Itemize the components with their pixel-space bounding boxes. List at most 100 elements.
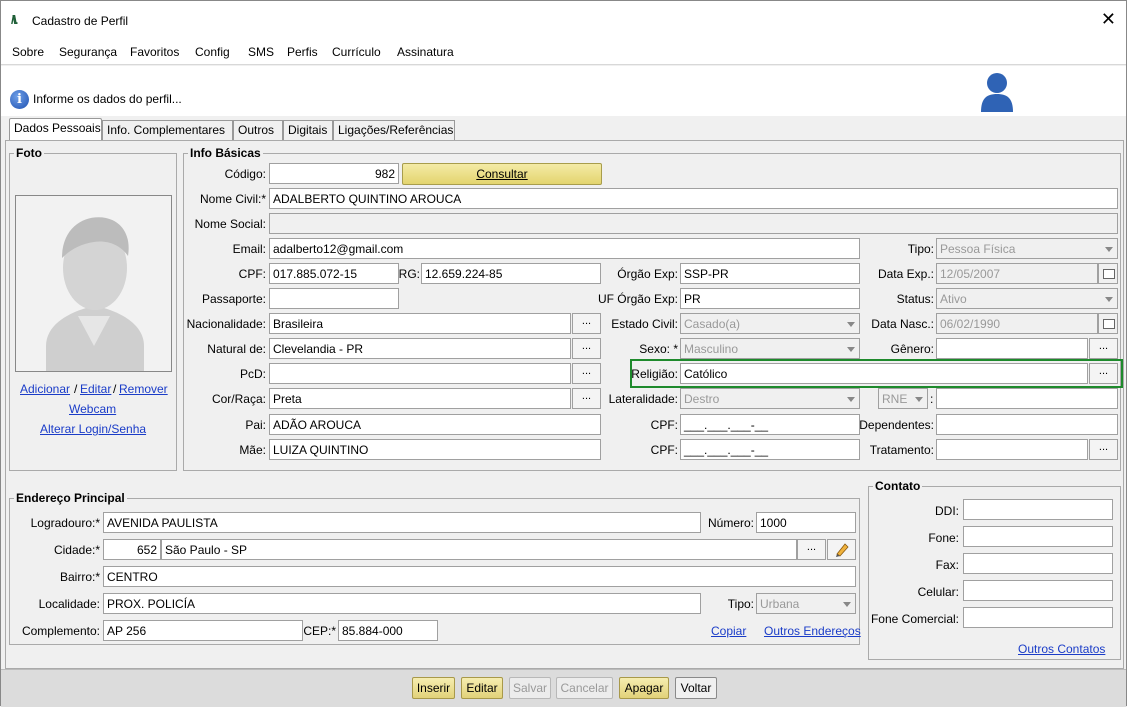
cidade-lookup-button[interactable]: ... xyxy=(797,539,826,560)
close-icon[interactable]: ✕ xyxy=(1101,9,1116,29)
natural-field[interactable]: Clevelandia - PR xyxy=(269,338,571,359)
fone-comercial-field[interactable] xyxy=(963,607,1113,628)
salvar-button[interactable]: Salvar xyxy=(509,677,551,699)
genero-lookup-button[interactable]: ... xyxy=(1089,338,1118,359)
tab-info-complementares[interactable]: Info. Complementares xyxy=(102,120,233,140)
info-message: Informe os dados do perfil... xyxy=(33,92,182,106)
nome-civil-field[interactable]: ADALBERTO QUINTINO AROUCA xyxy=(269,188,1118,209)
menu-sobre[interactable]: Sobre xyxy=(12,45,44,59)
cep-field[interactable]: 85.884-000 xyxy=(338,620,438,641)
passaporte-label: Passaporte: xyxy=(201,292,266,306)
apagar-button[interactable]: Apagar xyxy=(619,677,669,699)
editar-button[interactable]: Editar xyxy=(461,677,503,699)
tipo-endereco-label: Tipo: xyxy=(727,597,754,611)
email-field[interactable]: adalberto12@gmail.com xyxy=(269,238,860,259)
alterar-login-link[interactable]: Alterar Login/Senha xyxy=(40,422,146,436)
copiar-link[interactable]: Copiar xyxy=(711,624,746,638)
lateralidade-select[interactable]: Destro xyxy=(680,388,860,409)
genero-field[interactable] xyxy=(936,338,1088,359)
webcam-link[interactable]: Webcam xyxy=(69,402,116,416)
tab-digitais[interactable]: Digitais xyxy=(283,120,333,140)
tipo-select[interactable]: Pessoa Física xyxy=(936,238,1118,259)
religiao-lookup-button[interactable]: ... xyxy=(1089,363,1118,384)
dependentes-field[interactable] xyxy=(936,414,1118,435)
cpf-pai-field[interactable]: ___.___.___-__ xyxy=(680,414,860,435)
uf-orgao-field[interactable]: PR xyxy=(680,288,860,309)
menu-favoritos[interactable]: Favoritos xyxy=(130,45,179,59)
data-exp-field[interactable]: 12/05/2007 xyxy=(936,263,1098,284)
pai-label: Pai: xyxy=(245,418,266,432)
sexo-select[interactable]: Masculino xyxy=(680,338,860,359)
data-exp-calendar-icon[interactable] xyxy=(1098,263,1118,284)
cancelar-button[interactable]: Cancelar xyxy=(556,677,613,699)
cpf-mae-field[interactable]: ___.___.___-__ xyxy=(680,439,860,460)
menu-perfis[interactable]: Perfis xyxy=(287,45,318,59)
consultar-label: Consultar xyxy=(476,167,528,181)
profile-photo[interactable] xyxy=(15,195,172,372)
menu-config[interactable]: Config xyxy=(195,45,230,59)
cidade-edit-button[interactable] xyxy=(827,539,856,560)
ddi-field[interactable] xyxy=(963,499,1113,520)
natural-label: Natural de: xyxy=(207,342,266,356)
numero-field[interactable]: 1000 xyxy=(756,512,856,533)
religiao-label: Religião: xyxy=(631,367,678,381)
complemento-field[interactable]: AP 256 xyxy=(103,620,303,641)
rne-field[interactable] xyxy=(936,388,1118,409)
data-nasc-calendar-icon[interactable] xyxy=(1098,313,1118,334)
cep-label: CEP:* xyxy=(303,624,336,638)
editar-foto-link[interactable]: Editar xyxy=(80,382,111,396)
religiao-field[interactable]: Católico xyxy=(680,363,1088,384)
adicionar-link[interactable]: Adicionar xyxy=(20,382,70,396)
pencil-icon xyxy=(836,543,849,557)
fone-label: Fone: xyxy=(928,531,959,545)
cidade-codigo-field[interactable]: 652 xyxy=(103,539,161,560)
remover-link[interactable]: Remover xyxy=(119,382,168,396)
voltar-button[interactable]: Voltar xyxy=(675,677,717,699)
tab-ligacoes-referencias[interactable]: Ligações/Referências xyxy=(333,120,455,140)
tab-outros[interactable]: Outros xyxy=(233,120,283,140)
tab-dados-pessoais[interactable]: Dados Pessoais xyxy=(9,118,102,140)
numero-label: Número: xyxy=(707,516,754,530)
menu-curriculo[interactable]: Currículo xyxy=(332,45,381,59)
rg-field[interactable]: 12.659.224-85 xyxy=(421,263,601,284)
cidade-field[interactable]: São Paulo - SP xyxy=(161,539,797,560)
menu-assinatura[interactable]: Assinatura xyxy=(397,45,454,59)
celular-field[interactable] xyxy=(963,580,1113,601)
logradouro-field[interactable]: AVENIDA PAULISTA xyxy=(103,512,701,533)
tipo-endereco-select[interactable]: Urbana xyxy=(756,593,856,614)
fone-field[interactable] xyxy=(963,526,1113,547)
menu-sms[interactable]: SMS xyxy=(248,45,274,59)
cpf-field[interactable]: 017.885.072-15 xyxy=(269,263,399,284)
fax-field[interactable] xyxy=(963,553,1113,574)
cpf-label: CPF: xyxy=(238,267,266,281)
action-bar: Inserir Editar Salvar Cancelar Apagar Vo… xyxy=(1,669,1126,707)
orgao-exp-field[interactable]: SSP-PR xyxy=(680,263,860,284)
outros-contatos-link[interactable]: Outros Contatos xyxy=(1018,642,1105,656)
inserir-button[interactable]: Inserir xyxy=(412,677,455,699)
estado-civil-select[interactable]: Casado(a) xyxy=(680,313,860,334)
tratamento-lookup-button[interactable]: ... xyxy=(1089,439,1118,460)
rne-select[interactable]: RNE xyxy=(878,388,928,409)
data-nasc-label: Data Nasc.: xyxy=(871,317,934,331)
passaporte-field[interactable] xyxy=(269,288,399,309)
celular-label: Celular: xyxy=(917,585,959,599)
pcd-field[interactable] xyxy=(269,363,571,384)
consultar-button[interactable]: Consultar xyxy=(402,163,602,185)
nacionalidade-field[interactable]: Brasileira xyxy=(269,313,571,334)
fax-label: Fax: xyxy=(935,558,959,572)
cor-raca-field[interactable]: Preta xyxy=(269,388,571,409)
status-label: Status: xyxy=(896,292,934,306)
tratamento-field[interactable] xyxy=(936,439,1088,460)
uf-orgao-label: UF Órgão Exp: xyxy=(597,292,678,306)
localidade-field[interactable]: PROX. POLICÍA xyxy=(103,593,701,614)
pai-field[interactable]: ADÃO AROUCA xyxy=(269,414,601,435)
outros-enderecos-link[interactable]: Outros Endereços xyxy=(764,624,861,638)
codigo-field[interactable]: 982 xyxy=(269,163,399,184)
data-nasc-field[interactable]: 06/02/1990 xyxy=(936,313,1098,334)
mae-field[interactable]: LUIZA QUINTINO xyxy=(269,439,601,460)
nome-social-field[interactable] xyxy=(269,213,1118,234)
status-select[interactable]: Ativo xyxy=(936,288,1118,309)
tratamento-label: Tratamento: xyxy=(869,443,934,457)
bairro-field[interactable]: CENTRO xyxy=(103,566,856,587)
menu-seguranca[interactable]: Segurança xyxy=(59,45,117,59)
